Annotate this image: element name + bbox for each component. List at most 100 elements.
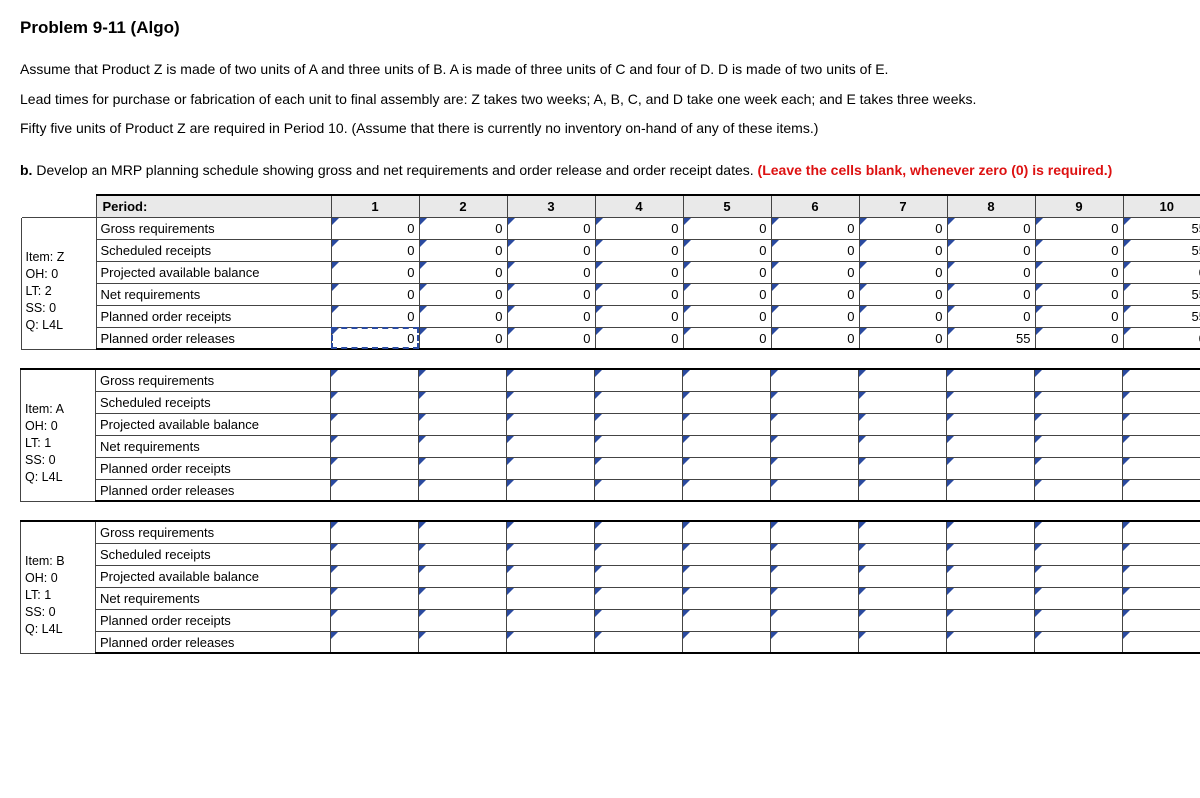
mrp-cell[interactable]: [331, 565, 419, 587]
mrp-cell[interactable]: [507, 587, 595, 609]
mrp-cell[interactable]: [507, 631, 595, 653]
mrp-cell[interactable]: 0: [331, 327, 419, 349]
mrp-cell[interactable]: [1123, 369, 1200, 391]
mrp-cell[interactable]: 0: [419, 239, 507, 261]
mrp-cell[interactable]: 0: [595, 327, 683, 349]
mrp-cell[interactable]: [1123, 457, 1200, 479]
mrp-cell[interactable]: [507, 565, 595, 587]
mrp-cell[interactable]: [947, 413, 1035, 435]
mrp-cell[interactable]: [1123, 435, 1200, 457]
mrp-cell[interactable]: 0: [859, 283, 947, 305]
mrp-cell[interactable]: 0: [595, 217, 683, 239]
mrp-cell[interactable]: [859, 609, 947, 631]
mrp-cell[interactable]: [1123, 521, 1200, 543]
mrp-cell[interactable]: [771, 479, 859, 501]
mrp-cell[interactable]: 0: [1035, 217, 1123, 239]
mrp-cell[interactable]: [1035, 587, 1123, 609]
mrp-cell[interactable]: [419, 391, 507, 413]
mrp-cell[interactable]: 0: [683, 217, 771, 239]
mrp-cell[interactable]: [507, 479, 595, 501]
mrp-cell[interactable]: [947, 565, 1035, 587]
mrp-cell[interactable]: 0: [947, 261, 1035, 283]
mrp-cell[interactable]: [595, 457, 683, 479]
mrp-cell[interactable]: 0: [1035, 261, 1123, 283]
mrp-cell[interactable]: [331, 521, 419, 543]
mrp-cell[interactable]: 55: [1123, 217, 1200, 239]
mrp-cell[interactable]: [859, 543, 947, 565]
mrp-cell[interactable]: [595, 369, 683, 391]
mrp-cell[interactable]: 0: [507, 305, 595, 327]
mrp-cell[interactable]: [947, 479, 1035, 501]
mrp-cell[interactable]: [419, 609, 507, 631]
mrp-cell[interactable]: [771, 521, 859, 543]
mrp-cell[interactable]: [859, 369, 947, 391]
mrp-cell[interactable]: [419, 565, 507, 587]
mrp-cell[interactable]: [1035, 479, 1123, 501]
mrp-cell[interactable]: [947, 521, 1035, 543]
mrp-cell[interactable]: [1035, 543, 1123, 565]
mrp-cell[interactable]: [859, 413, 947, 435]
mrp-cell[interactable]: 55: [1123, 239, 1200, 261]
mrp-cell[interactable]: 0: [419, 283, 507, 305]
mrp-cell[interactable]: [595, 413, 683, 435]
mrp-cell[interactable]: 0: [859, 305, 947, 327]
mrp-cell[interactable]: [507, 543, 595, 565]
mrp-cell[interactable]: [331, 457, 419, 479]
mrp-cell[interactable]: 0: [507, 283, 595, 305]
mrp-cell[interactable]: 0: [771, 217, 859, 239]
mrp-cell[interactable]: [331, 369, 419, 391]
mrp-cell[interactable]: [419, 479, 507, 501]
mrp-cell[interactable]: 0: [1035, 283, 1123, 305]
mrp-cell[interactable]: [1035, 413, 1123, 435]
mrp-cell[interactable]: 55: [947, 327, 1035, 349]
mrp-cell[interactable]: [1035, 631, 1123, 653]
mrp-cell[interactable]: [771, 543, 859, 565]
mrp-cell[interactable]: [595, 479, 683, 501]
mrp-cell[interactable]: 0: [1035, 327, 1123, 349]
mrp-cell[interactable]: 0: [947, 217, 1035, 239]
mrp-cell[interactable]: [419, 457, 507, 479]
mrp-cell[interactable]: [947, 587, 1035, 609]
mrp-cell[interactable]: 0: [331, 261, 419, 283]
mrp-cell[interactable]: [1035, 521, 1123, 543]
mrp-cell[interactable]: [1035, 391, 1123, 413]
mrp-cell[interactable]: 0: [419, 217, 507, 239]
mrp-cell[interactable]: [507, 413, 595, 435]
mrp-cell[interactable]: [1035, 435, 1123, 457]
mrp-cell[interactable]: [683, 413, 771, 435]
mrp-cell[interactable]: [947, 631, 1035, 653]
mrp-cell[interactable]: 0: [331, 239, 419, 261]
mrp-cell[interactable]: [947, 391, 1035, 413]
mrp-cell[interactable]: [1123, 479, 1200, 501]
mrp-cell[interactable]: 0: [771, 261, 859, 283]
mrp-cell[interactable]: [683, 587, 771, 609]
mrp-cell[interactable]: [947, 435, 1035, 457]
mrp-cell[interactable]: 0: [595, 239, 683, 261]
mrp-cell[interactable]: 0: [947, 305, 1035, 327]
mrp-cell[interactable]: 0: [331, 217, 419, 239]
mrp-cell[interactable]: [859, 521, 947, 543]
mrp-cell[interactable]: 0: [683, 239, 771, 261]
mrp-cell[interactable]: [683, 521, 771, 543]
mrp-cell[interactable]: [859, 631, 947, 653]
mrp-cell[interactable]: 0: [331, 305, 419, 327]
mrp-cell[interactable]: [507, 435, 595, 457]
mrp-cell[interactable]: [771, 565, 859, 587]
mrp-cell[interactable]: [771, 457, 859, 479]
mrp-cell[interactable]: [771, 631, 859, 653]
mrp-cell[interactable]: [947, 457, 1035, 479]
mrp-cell[interactable]: [331, 391, 419, 413]
mrp-cell[interactable]: 0: [507, 327, 595, 349]
mrp-cell[interactable]: [859, 565, 947, 587]
mrp-cell[interactable]: [683, 609, 771, 631]
mrp-cell[interactable]: 0: [859, 239, 947, 261]
mrp-cell[interactable]: [419, 413, 507, 435]
mrp-cell[interactable]: [859, 391, 947, 413]
mrp-cell[interactable]: [595, 631, 683, 653]
mrp-cell[interactable]: [419, 587, 507, 609]
mrp-cell[interactable]: [331, 413, 419, 435]
mrp-cell[interactable]: [507, 609, 595, 631]
mrp-cell[interactable]: [683, 457, 771, 479]
mrp-cell[interactable]: [683, 543, 771, 565]
mrp-cell[interactable]: [771, 587, 859, 609]
